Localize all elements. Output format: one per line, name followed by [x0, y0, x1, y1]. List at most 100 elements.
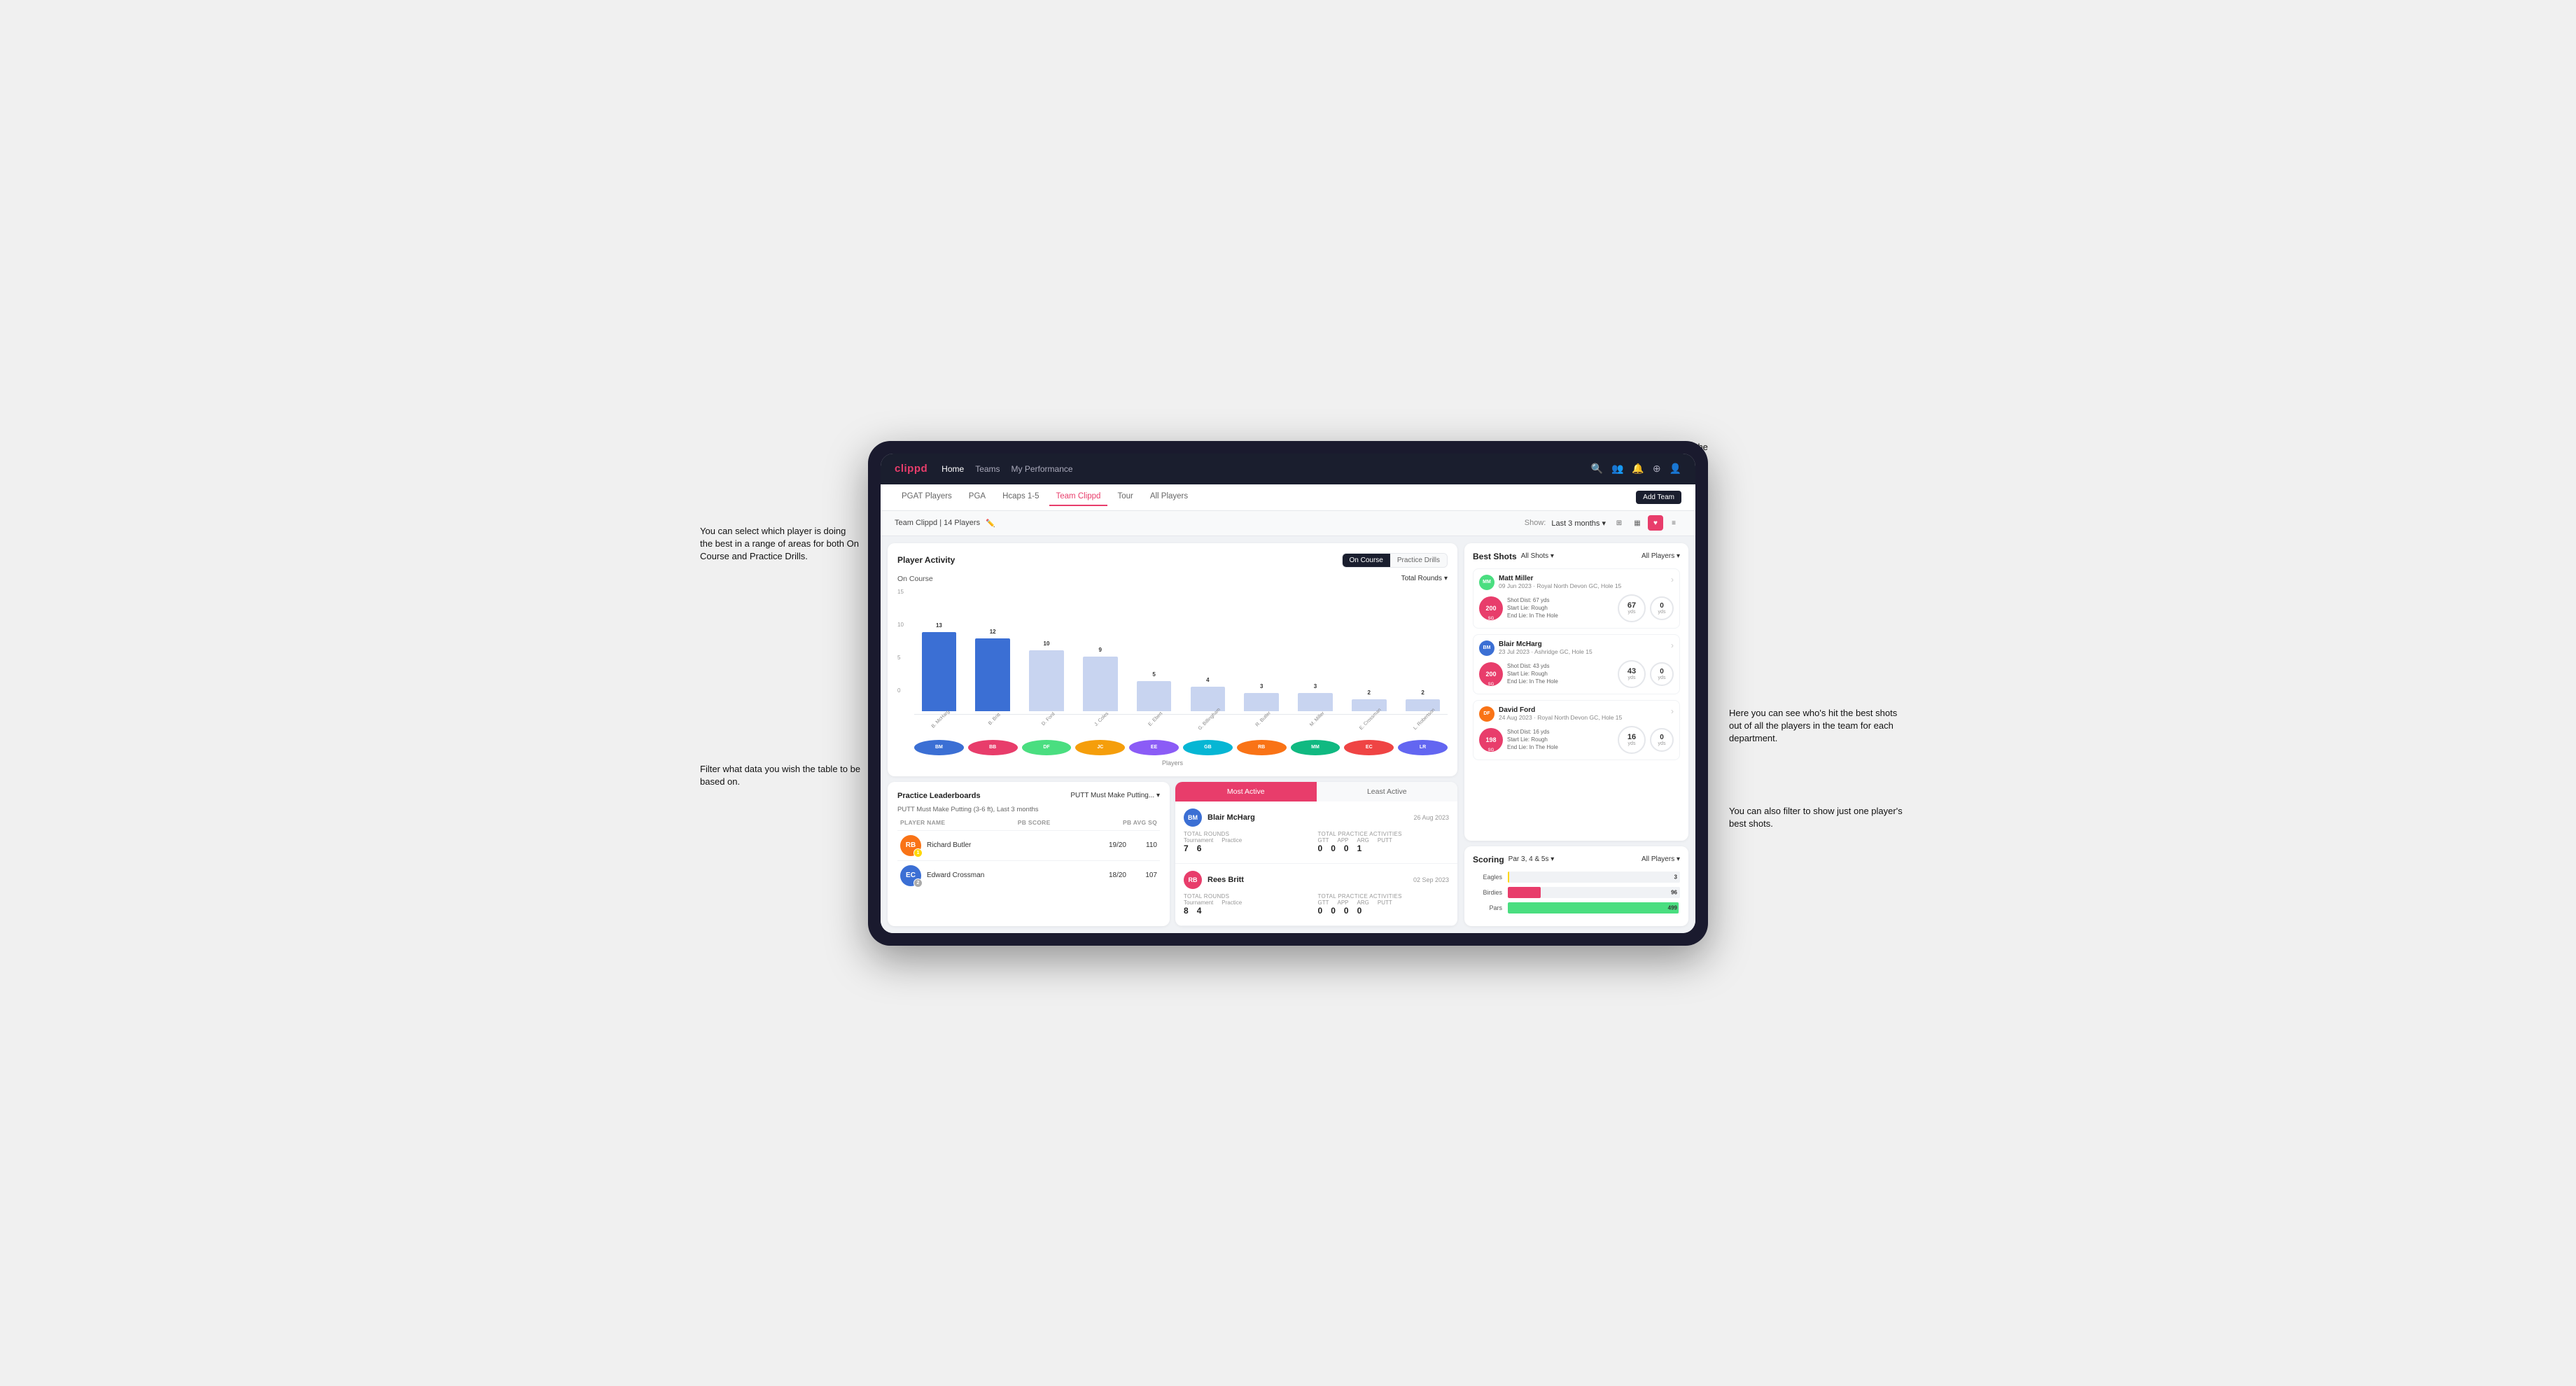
practice-leaderboards-panel: Practice Leaderboards PUTT Must Make Put…: [888, 782, 1170, 926]
apc-date-1: 26 Aug 2023: [1413, 814, 1449, 821]
shot-detail-text-3: Shot Dist: 16 ydsStart Lie: RoughEnd Lie…: [1507, 728, 1614, 752]
all-shots-filter[interactable]: All Shots ▾: [1521, 552, 1554, 560]
edit-icon[interactable]: ✏️: [986, 519, 995, 528]
nav-link-performance[interactable]: My Performance: [1011, 461, 1073, 477]
bar-group-4: 5: [1129, 589, 1179, 711]
drill-select[interactable]: PUTT Must Make Putting... ▾: [1070, 792, 1160, 799]
leaderboard-header: Practice Leaderboards PUTT Must Make Put…: [897, 792, 1160, 800]
bar-chart: 15 10 5 0 1312109543322: [897, 589, 1448, 715]
tab-pga[interactable]: PGA: [962, 488, 993, 506]
practice-drills-toggle[interactable]: Practice Drills: [1390, 554, 1447, 567]
nav-logo: clippd: [895, 463, 927, 475]
bar-value-8: 2: [1368, 690, 1371, 696]
bar-group-2: 10: [1022, 589, 1072, 711]
apc-name-1: Blair McHarg: [1208, 813, 1408, 822]
bar-group-9: 2: [1398, 589, 1448, 711]
bar-1: 12: [975, 638, 1010, 711]
bar-3: 9: [1083, 657, 1118, 711]
nav-link-home[interactable]: Home: [941, 461, 964, 477]
bar-value-7: 3: [1314, 683, 1317, 690]
period-select[interactable]: Last 3 months ▾: [1551, 519, 1606, 528]
right-panels: Best Shots All Shots ▾ All Players ▾: [1464, 536, 1695, 933]
list-view-icon[interactable]: ≡: [1666, 515, 1681, 531]
scoring-header: Scoring Par 3, 4 & 5s ▾ All Players ▾: [1473, 855, 1680, 864]
avatar-2: DF: [1022, 740, 1072, 755]
tab-team-clippd[interactable]: Team Clippd: [1049, 488, 1108, 506]
bar-value-4: 5: [1152, 671, 1155, 678]
shot-card-1[interactable]: MM Matt Miller 09 Jun 2023 · Royal North…: [1473, 568, 1680, 629]
tab-tour[interactable]: Tour: [1110, 488, 1140, 506]
heart-view-icon[interactable]: ♥: [1648, 515, 1663, 531]
lb-name-2: Edward Crossman: [927, 872, 1103, 879]
shot-card-2[interactable]: BM Blair McHarg 23 Jul 2023 · Ashridge G…: [1473, 634, 1680, 694]
bar-value-1: 12: [990, 629, 996, 635]
metric-select[interactable]: Total Rounds ▾: [1401, 575, 1448, 582]
leaderboard-title: Practice Leaderboards: [897, 792, 981, 800]
bar-group-0: 13: [914, 589, 964, 711]
search-icon[interactable]: 🔍: [1591, 463, 1603, 475]
eagles-fill: [1508, 872, 1509, 883]
shot-detail-text-1: Shot Dist: 67 ydsStart Lie: RoughEnd Lie…: [1507, 596, 1614, 620]
y-axis-labels: 15 10 5 0: [897, 589, 911, 694]
shot-card-3[interactable]: DF David Ford 24 Aug 2023 · Royal North …: [1473, 700, 1680, 760]
profile-icon[interactable]: 👤: [1670, 463, 1681, 475]
apc-avatar-1: BM: [1184, 808, 1202, 827]
scoring-title: Scoring: [1473, 855, 1504, 864]
view-icons: ⊞ ▦ ♥ ≡: [1611, 515, 1681, 531]
shot-dist-badge-3: 16 yds: [1618, 726, 1646, 754]
tab-hcaps[interactable]: Hcaps 1-5: [995, 488, 1046, 506]
shot-dist-badge-1: 67 yds: [1618, 594, 1646, 622]
eagles-track: 3: [1508, 872, 1680, 883]
apc-avatar-2: RB: [1184, 871, 1202, 889]
apc-stats-1: Total Rounds Tournament Practice 7 6: [1184, 831, 1449, 853]
apc-header-1: BM Blair McHarg 26 Aug 2023: [1184, 808, 1449, 827]
tablet-frame: clippd Home Teams My Performance 🔍 👥 🔔 ⊕…: [868, 441, 1708, 946]
nav-icons: 🔍 👥 🔔 ⊕ 👤: [1591, 463, 1681, 475]
add-circle-icon[interactable]: ⊕: [1653, 463, 1661, 475]
birdies-track: 96: [1508, 887, 1680, 898]
all-players-filter[interactable]: All Players ▾: [1642, 552, 1680, 560]
eagles-label: Eagles: [1473, 874, 1502, 881]
avatar-0: BM: [914, 740, 964, 755]
left-panels: Player Activity On Course Practice Drill…: [881, 536, 1464, 933]
scoring-filter[interactable]: Par 3, 4 & 5s ▾: [1508, 855, 1555, 863]
main-content: Player Activity On Course Practice Drill…: [881, 536, 1695, 933]
annotation-right-mid: Here you can see who's hit the best shot…: [1729, 707, 1904, 746]
apc-header-2: RB Rees Britt 02 Sep 2023: [1184, 871, 1449, 889]
nav-bar: clippd Home Teams My Performance 🔍 👥 🔔 ⊕…: [881, 454, 1695, 484]
chevron-right-icon-3: ›: [1671, 706, 1674, 716]
on-course-toggle[interactable]: On Course: [1343, 554, 1390, 567]
shot-card-header-2: BM Blair McHarg 23 Jul 2023 · Ashridge G…: [1479, 640, 1674, 656]
shot-metrics-1: 200 SG Shot Dist: 67 ydsStart Lie: Rough…: [1479, 594, 1674, 622]
chart-subheader: On Course Total Rounds ▾: [897, 575, 1448, 583]
grid-view-icon[interactable]: ⊞: [1611, 515, 1627, 531]
most-active-tab[interactable]: Most Active: [1175, 782, 1317, 802]
bars-row: 1312109543322: [914, 589, 1448, 715]
avatar-6: RB: [1237, 740, 1287, 755]
bar-value-9: 2: [1421, 690, 1424, 696]
scoring-players-filter[interactable]: All Players ▾: [1642, 855, 1680, 863]
least-active-tab[interactable]: Least Active: [1317, 782, 1458, 802]
bar-group-6: 3: [1237, 589, 1287, 711]
most-active-panel: Most Active Least Active BM Blair McHarg…: [1175, 782, 1457, 926]
tab-all-players[interactable]: All Players: [1143, 488, 1195, 506]
rank-badge-silver: 2: [913, 878, 923, 888]
lb-avatar-1: RB 1: [900, 835, 921, 856]
grid2-view-icon[interactable]: ▦: [1630, 515, 1645, 531]
panel-header: Player Activity On Course Practice Drill…: [897, 553, 1448, 568]
bar-group-8: 2: [1344, 589, 1394, 711]
bar-value-2: 10: [1044, 640, 1050, 647]
sub-nav-right: Add Team: [1636, 491, 1681, 504]
add-team-button[interactable]: Add Team: [1636, 491, 1681, 504]
tablet-screen: clippd Home Teams My Performance 🔍 👥 🔔 ⊕…: [881, 454, 1695, 933]
bell-icon[interactable]: 🔔: [1632, 463, 1644, 475]
bar-group-5: 4: [1183, 589, 1233, 711]
shot-carry-badge-3: 0 yds: [1650, 728, 1674, 752]
bar-group-7: 3: [1291, 589, 1340, 711]
nav-link-teams[interactable]: Teams: [975, 461, 1000, 477]
users-icon[interactable]: 👥: [1611, 463, 1623, 475]
on-course-label: On Course: [897, 575, 933, 583]
avatars-row: BMBBDFJCEEGBRBMMECLR: [914, 740, 1448, 755]
shot-player-name-1: Matt Miller: [1499, 575, 1667, 582]
tab-pgat[interactable]: PGAT Players: [895, 488, 959, 506]
